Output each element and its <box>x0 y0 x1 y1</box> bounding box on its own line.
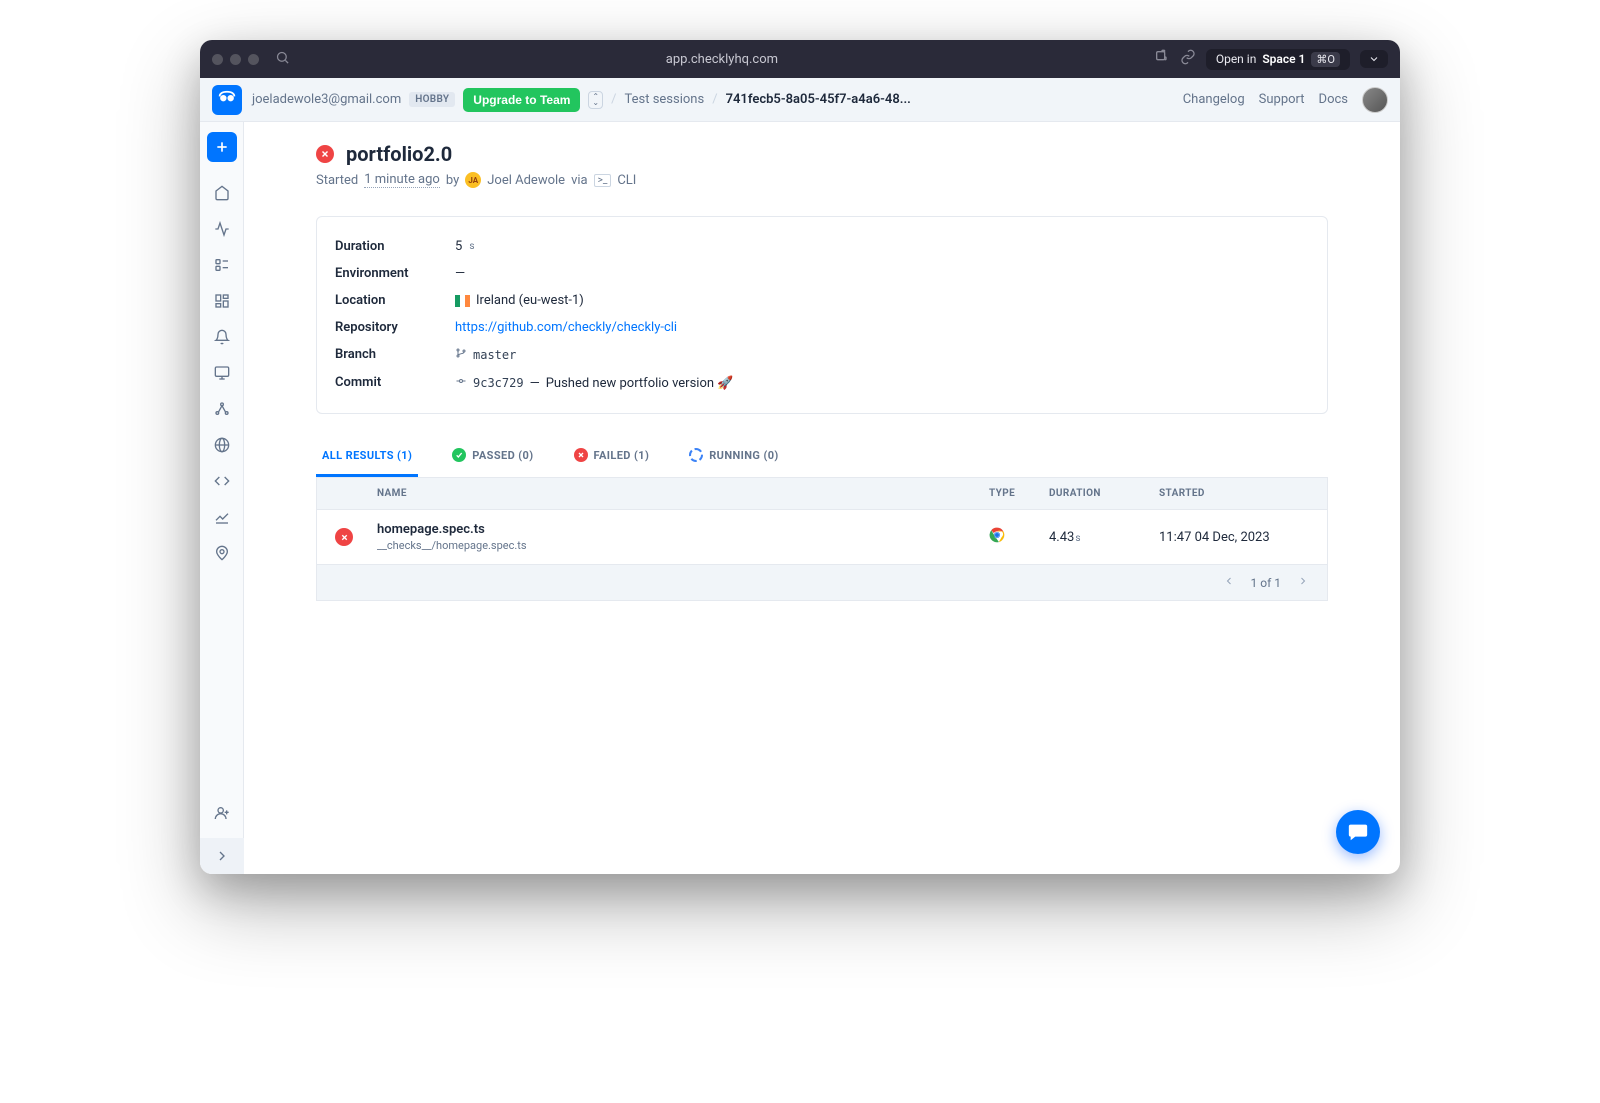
row-name: homepage.spec.ts <box>377 522 989 537</box>
shortcut-badge: ⌘O <box>1311 52 1340 67</box>
plan-badge: HOBBY <box>409 92 455 107</box>
main-content: portfolio2.0 Started 1 minute ago by JA … <box>244 122 1400 874</box>
row-path: __checks__/homepage.spec.ts <box>377 539 989 552</box>
label-location: Location <box>335 293 455 308</box>
row-duration: 4.43s <box>1049 530 1159 545</box>
traffic-lights <box>212 54 259 65</box>
pagination-text: 1 of 1 <box>1251 576 1281 590</box>
search-icon[interactable] <box>275 50 290 69</box>
via-tool: CLI <box>617 173 636 188</box>
url-display[interactable]: app.checklyhq.com <box>302 52 1142 67</box>
next-page-icon[interactable] <box>1297 575 1309 590</box>
row-started: 11:47 04 Dec, 2023 <box>1159 530 1309 545</box>
label-environment: Environment <box>335 266 455 281</box>
breadcrumb: joeladewole3@gmail.com HOBBY Upgrade to … <box>252 88 911 112</box>
account-email[interactable]: joeladewole3@gmail.com <box>252 92 401 107</box>
session-status-icon <box>316 145 334 163</box>
changelog-link[interactable]: Changelog <box>1183 92 1245 107</box>
analytics-icon[interactable] <box>207 502 237 532</box>
label-commit: Commit <box>335 375 455 391</box>
running-icon <box>689 448 703 462</box>
label-repository: Repository <box>335 320 455 335</box>
tab-running[interactable]: RUNNING (0) <box>683 438 784 477</box>
open-in-space-button[interactable]: Open in Space 1 ⌘O <box>1206 49 1350 70</box>
sidebar <box>200 122 244 874</box>
row-status-icon <box>335 528 353 546</box>
label-duration: Duration <box>335 239 455 254</box>
link-icon[interactable] <box>1180 49 1196 69</box>
prev-page-icon[interactable] <box>1223 575 1235 590</box>
activity-icon[interactable] <box>207 214 237 244</box>
results-tabs: ALL RESULTS (1) PASSED (0) FAILED (1) RU… <box>316 438 1328 478</box>
invite-user-icon[interactable] <box>207 798 237 828</box>
session-details-card: Duration 5s Environment — Location Irela… <box>316 216 1328 414</box>
support-link[interactable]: Support <box>1259 92 1305 107</box>
session-subtitle: Started 1 minute ago by JA Joel Adewole … <box>316 172 1328 188</box>
repository-link[interactable]: https://github.com/checkly/checkly-cli <box>455 320 677 335</box>
failed-icon <box>574 448 588 462</box>
globe-icon[interactable] <box>207 430 237 460</box>
tab-failed[interactable]: FAILED (1) <box>568 438 656 477</box>
col-duration: DURATION <box>1049 488 1159 499</box>
label-branch: Branch <box>335 347 455 363</box>
code-icon[interactable] <box>207 466 237 496</box>
value-branch: master <box>455 347 516 363</box>
results-table-header: NAME TYPE DURATION STARTED <box>316 478 1328 510</box>
checks-icon[interactable] <box>207 250 237 280</box>
app-header: joeladewole3@gmail.com HOBBY Upgrade to … <box>200 78 1400 122</box>
extension-icon[interactable] <box>1154 49 1170 69</box>
close-window-dot[interactable] <box>212 54 223 65</box>
commit-icon <box>455 375 467 391</box>
org-switcher-icon[interactable]: ⌃⌄ <box>588 91 603 109</box>
webhook-icon[interactable] <box>207 394 237 424</box>
tab-all-results[interactable]: ALL RESULTS (1) <box>316 438 418 477</box>
value-environment: — <box>455 266 465 281</box>
breadcrumb-test-sessions[interactable]: Test sessions <box>625 92 705 107</box>
home-icon[interactable] <box>207 178 237 208</box>
user-initials-badge: JA <box>465 172 481 188</box>
bell-icon[interactable] <box>207 322 237 352</box>
user-name: Joel Adewole <box>487 173 565 188</box>
space-dropdown[interactable] <box>1360 50 1388 68</box>
col-type: TYPE <box>989 488 1049 499</box>
checkly-logo[interactable] <box>212 85 242 115</box>
terminal-icon: >_ <box>594 174 612 187</box>
minimize-window-dot[interactable] <box>230 54 241 65</box>
create-button[interactable] <box>207 132 237 162</box>
monitor-icon[interactable] <box>207 358 237 388</box>
table-row[interactable]: homepage.spec.ts __checks__/homepage.spe… <box>316 510 1328 565</box>
location-icon[interactable] <box>207 538 237 568</box>
value-commit: 9c3c729 — Pushed new portfolio version 🚀 <box>455 375 733 391</box>
chrome-icon <box>989 532 1005 547</box>
page-title: portfolio2.0 <box>346 142 452 166</box>
pagination: 1 of 1 <box>316 565 1328 601</box>
breadcrumb-session-id: 741fecb5-8a05-45f7-a4a6-48... <box>726 92 911 107</box>
branch-icon <box>455 347 467 363</box>
user-avatar[interactable] <box>1362 87 1388 113</box>
col-name: NAME <box>377 488 989 499</box>
value-location: Ireland (eu-west-1) <box>455 293 584 308</box>
chat-button[interactable] <box>1336 810 1380 854</box>
tab-passed[interactable]: PASSED (0) <box>446 438 539 477</box>
collapse-sidebar-icon[interactable] <box>200 838 244 874</box>
maximize-window-dot[interactable] <box>248 54 259 65</box>
dashboards-icon[interactable] <box>207 286 237 316</box>
docs-link[interactable]: Docs <box>1319 92 1348 107</box>
browser-titlebar: app.checklyhq.com Open in Space 1 ⌘O <box>200 40 1400 78</box>
ireland-flag-icon <box>455 295 470 307</box>
passed-icon <box>452 448 466 462</box>
value-duration: 5s <box>455 239 474 254</box>
started-time[interactable]: 1 minute ago <box>364 172 440 188</box>
upgrade-button[interactable]: Upgrade to Team <box>463 88 580 112</box>
col-started: STARTED <box>1159 488 1309 499</box>
